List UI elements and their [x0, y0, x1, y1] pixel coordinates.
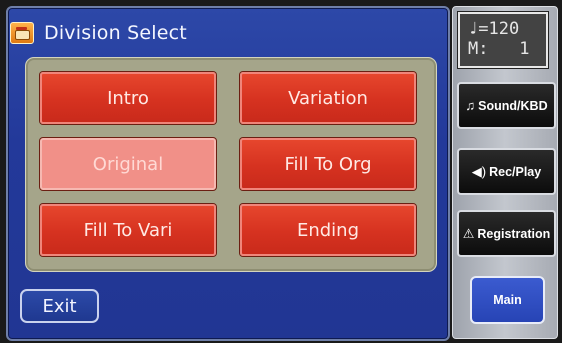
variation-button[interactable]: Variation [240, 72, 416, 124]
registration-button[interactable]: ⚠ Registration [457, 210, 556, 257]
rec-play-button[interactable]: ◀) Rec/Play [457, 148, 556, 195]
original-button[interactable]: Original [40, 138, 216, 190]
ending-button[interactable]: Ending [240, 204, 416, 256]
measure-label: M: [468, 39, 489, 59]
main-button[interactable]: Main [470, 276, 545, 324]
title-bar: Division Select [10, 19, 187, 47]
registration-icon: ⚠ [462, 225, 475, 241]
registration-label: Registration [477, 226, 551, 241]
speaker-icon: ◀) [471, 163, 487, 179]
screen-title: Division Select [44, 22, 187, 44]
fill-to-vari-button[interactable]: Fill To Vari [40, 204, 216, 256]
rec-play-label: Rec/Play [489, 164, 542, 179]
sound-kbd-label: Sound/KBD [478, 98, 548, 113]
fill-to-org-button[interactable]: Fill To Org [240, 138, 416, 190]
drum-icon [10, 22, 34, 44]
quarter-note-icon: ♩ [468, 19, 479, 39]
measure-value: 1 [519, 39, 530, 59]
sound-kbd-button[interactable]: ♫ Sound/KBD [457, 82, 556, 129]
tempo-value: =120 [478, 19, 520, 39]
tempo-display: ♩=120 M: 1 [458, 12, 548, 68]
intro-button[interactable]: Intro [40, 72, 216, 124]
exit-button[interactable]: Exit [20, 289, 99, 323]
music-note-icon: ♫ [465, 98, 476, 113]
